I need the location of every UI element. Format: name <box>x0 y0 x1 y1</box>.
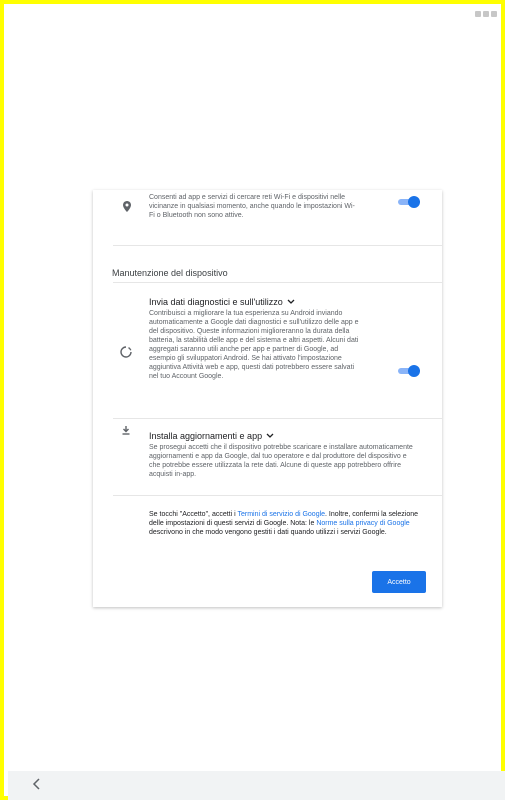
diagnostics-expand-header[interactable]: Invia dati diagnostici e sull'utilizzo <box>149 297 295 307</box>
location-scanning-row: Consenti ad app e servizi di cercare ret… <box>93 190 442 245</box>
toggle-thumb <box>408 196 420 208</box>
diagnostics-title: Invia dati diagnostici e sull'utilizzo <box>149 297 283 307</box>
section-title: Manutenzione del dispositivo <box>112 268 228 278</box>
terms-of-service-link[interactable]: Termini di servizio di Google <box>238 511 326 518</box>
divider <box>113 245 442 246</box>
diagnostics-ring-icon <box>120 345 132 363</box>
wifi-icon <box>475 11 481 17</box>
location-description: Consenti ad app e servizi di cercare ret… <box>149 194 355 219</box>
location-pin-icon <box>123 199 131 217</box>
consent-text: Se tocchi "Accetto", accetti i Termini d… <box>149 510 419 537</box>
location-toggle[interactable] <box>392 196 422 208</box>
divider <box>113 418 442 419</box>
back-chevron-icon[interactable] <box>32 777 42 796</box>
chevron-down-icon <box>266 431 274 441</box>
diagnostics-toggle[interactable] <box>392 365 422 377</box>
settings-card: Consenti ad app e servizi di cercare ret… <box>93 190 442 607</box>
toggle-thumb <box>408 365 420 377</box>
divider <box>113 282 442 283</box>
consent-text-part: Se tocchi "Accetto", accetti i <box>149 511 238 518</box>
battery-icon <box>491 11 497 17</box>
chevron-down-icon <box>287 297 295 307</box>
consent-text-part: descrivono in che modo vengono gestiti i… <box>149 529 387 536</box>
divider <box>113 495 442 496</box>
diagnostics-description: Contribuisci a migliorare la tua esperie… <box>149 310 359 380</box>
updates-description: Se prosegui accetti che il dispositivo p… <box>149 444 413 478</box>
status-bar <box>475 8 497 20</box>
download-icon <box>121 422 131 440</box>
screen-frame: Consenti ad app e servizi di cercare ret… <box>0 0 505 800</box>
updates-title: Installa aggiornamenti e app <box>149 431 263 441</box>
accept-button[interactable]: Accetto <box>372 571 426 593</box>
updates-expand-header[interactable]: Installa aggiornamenti e app <box>149 431 274 441</box>
privacy-policy-link[interactable]: Norme sulla privacy di Google <box>316 520 409 527</box>
signal-icon <box>483 11 489 17</box>
navigation-bar <box>8 771 505 800</box>
